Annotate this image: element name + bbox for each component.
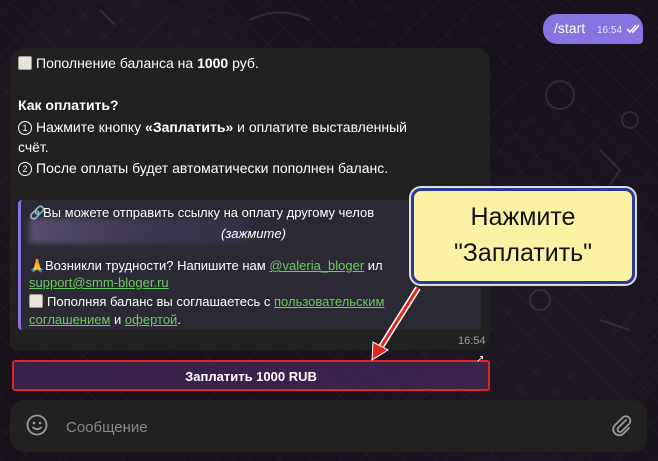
support-email-text[interactable]: support@smm-bloger.ru xyxy=(29,275,169,290)
support-username-link[interactable]: @valeria_bloger xyxy=(269,258,364,273)
balance-line: Пополнение баланса на 1000 руб. xyxy=(18,55,259,71)
number-one-icon: 1 xyxy=(18,121,32,135)
trouble-line: 🙏Возникли трудности? Напишите нам @valer… xyxy=(29,258,383,274)
share-link-line: 🔗Вы можете отправить ссылку на оплату др… xyxy=(29,205,374,221)
offer-link[interactable]: офертой xyxy=(125,312,177,327)
clipboard-icon xyxy=(29,294,43,308)
outgoing-message-time: 16:54 xyxy=(597,25,623,36)
outgoing-message-bubble: /start 16:54 xyxy=(543,14,643,44)
callout-line-1: Нажмите xyxy=(470,203,576,231)
instruction-callout: Нажмите "Заплатить" xyxy=(411,188,635,284)
outgoing-message-text: /start xyxy=(554,20,586,36)
paperclip-icon[interactable] xyxy=(610,414,634,438)
balance-currency: руб. xyxy=(228,55,259,71)
pay-button-label: Заплатить 1000 RUB xyxy=(185,369,317,384)
message-composer xyxy=(10,400,647,452)
smile-icon[interactable] xyxy=(26,414,48,436)
trouble-text: Возникли трудности? Напишите нам xyxy=(45,258,270,273)
number-two-icon: 2 xyxy=(18,162,32,176)
hold-hint: (зажмите) xyxy=(221,226,286,241)
agreement-and: и xyxy=(110,312,125,327)
step-one-continuation: счёт. xyxy=(18,139,49,155)
message-input[interactable] xyxy=(64,414,588,440)
callout-line-2: "Заплатить" xyxy=(453,239,593,267)
book-icon xyxy=(18,56,32,70)
agreement-line: Пополняя баланс вы соглашаетесь с пользо… xyxy=(29,294,384,309)
step-one-line: 1 Нажмите кнопку «Заплатить» и оплатите в… xyxy=(18,119,407,135)
pay-button[interactable]: Заплатить 1000 RUB xyxy=(12,360,490,391)
pray-icon: 🙏 xyxy=(29,258,46,273)
link-icon: 🔗 xyxy=(29,205,46,220)
balance-line-text: Пополнение баланса на xyxy=(36,55,198,71)
step-two-text: После оплаты будет автоматически пополне… xyxy=(36,160,389,176)
double-check-icon xyxy=(626,24,640,34)
agreement-text: Пополняя баланс вы соглашаетесь с xyxy=(47,294,274,309)
agreement-line-2: соглашением и офертой. xyxy=(29,312,181,327)
arrow-up-right-icon: ↗ xyxy=(476,354,485,365)
trouble-or-text: ил xyxy=(364,258,383,273)
step-one-button-name: «Заплатить» xyxy=(145,119,234,135)
how-to-pay-title: Как оплатить? xyxy=(18,97,119,113)
balance-amount: 1000 xyxy=(197,55,229,71)
step-one-text: Нажмите кнопку xyxy=(36,119,146,135)
support-email-link[interactable]: support@smm-bloger.ru xyxy=(29,275,169,290)
blurred-payment-link[interactable] xyxy=(29,218,249,244)
agreement-period: . xyxy=(177,312,181,327)
message-time: 16:54 xyxy=(458,335,486,347)
user-agreement-link[interactable]: пользовательск xyxy=(274,294,368,309)
share-link-text: Вы можете отправить ссылку на оплату дру… xyxy=(43,205,375,220)
user-agreement-link-word[interactable]: соглашением xyxy=(29,312,110,327)
step-two-line: 2 После оплаты будет автоматически пополн… xyxy=(18,160,388,176)
user-agreement-link-end[interactable]: им xyxy=(368,294,384,309)
step-one-text-end: и оплатите выставленный xyxy=(233,119,407,135)
